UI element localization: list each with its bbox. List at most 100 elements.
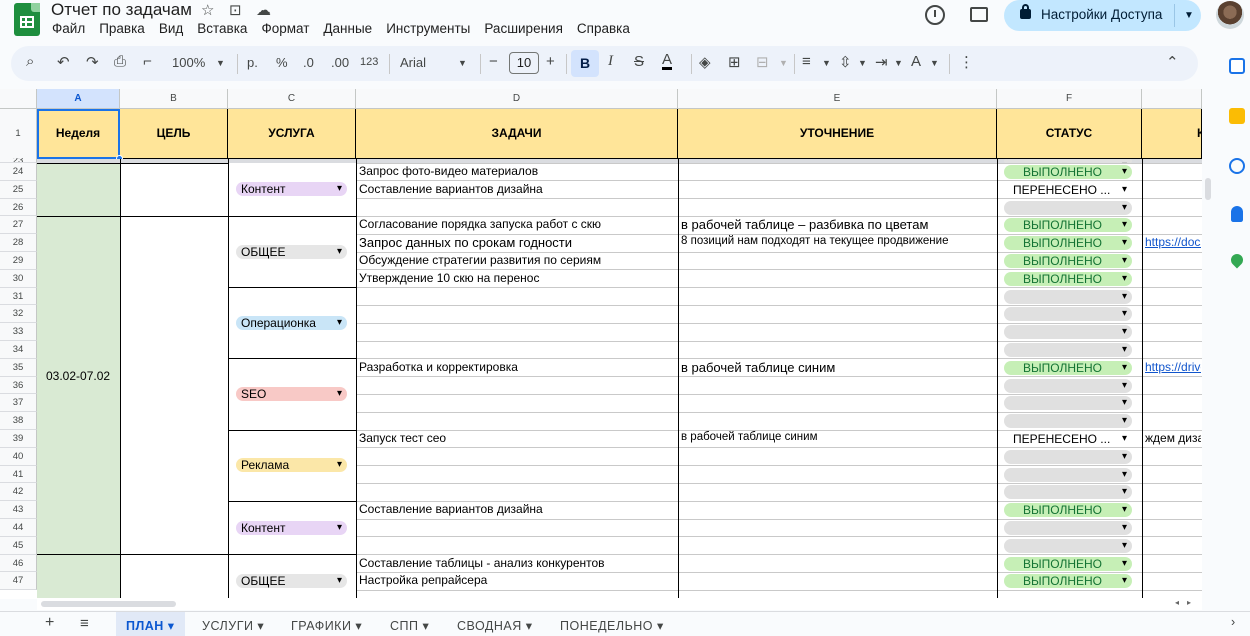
row-header[interactable]: 43 [0,501,37,519]
row-header[interactable]: 45 [0,536,37,555]
row-header[interactable]: 26 [0,198,37,217]
row-header[interactable]: 34 [0,341,37,359]
wrap-dropdown-icon[interactable]: ▼ [894,58,903,68]
tab-weekly[interactable]: ПОНЕДЕЛЬНО ▾ [560,618,664,633]
service-chip[interactable]: SEO [236,387,347,401]
row-header[interactable]: 42 [0,483,37,502]
star-icon[interactable]: ☆ [201,1,214,19]
font-select[interactable]: Arial [400,55,426,70]
task-cell[interactable]: Составление таблицы - анализ конкурентов [359,556,605,570]
row-header[interactable]: 29 [0,252,37,270]
header-goal[interactable]: ЦЕЛЬ [120,109,228,159]
status-dropdown[interactable] [1004,378,1132,393]
clarification-cell[interactable]: в рабочей таблице синим [681,431,817,443]
header-status[interactable]: СТАТУС [997,109,1142,159]
undo-icon[interactable]: ↶ [57,53,70,71]
tasks-icon[interactable] [1229,158,1245,174]
status-dropdown[interactable] [1004,289,1132,304]
status-dropdown[interactable]: ВЫПОЛНЕНО [1004,556,1132,571]
row-header[interactable]: 39 [0,430,37,448]
status-dropdown[interactable] [1004,485,1132,500]
merge-dropdown-icon[interactable]: ▼ [779,58,788,68]
row-header[interactable]: 27 [0,216,37,235]
row-header[interactable]: 47 [0,572,37,591]
text-rotation-icon[interactable]: A [911,53,921,70]
status-dropdown[interactable] [1004,343,1132,357]
horizontal-scrollbar[interactable]: ◂ ▸ [37,598,1202,610]
menu-format[interactable]: Формат [261,21,309,36]
row-header[interactable]: 28 [0,234,37,252]
column-header-f[interactable]: F [997,89,1142,109]
task-cell[interactable]: Настройка репрайсера [359,573,487,587]
task-cell[interactable]: Составление вариантов дизайна [359,182,543,196]
row-header[interactable]: 31 [0,287,37,306]
row-header[interactable]: 40 [0,447,37,466]
link-cell[interactable]: https://drive [1145,360,1201,374]
row-header-1[interactable]: 1 [0,109,37,159]
row-header[interactable]: 44 [0,519,37,537]
week-cell[interactable] [37,163,120,217]
sheets-logo-icon[interactable] [14,3,40,36]
text-color-icon[interactable]: A [662,52,673,70]
italic-icon[interactable]: I [608,53,613,70]
tab-spp[interactable]: СПП ▾ [390,618,429,633]
week-cell[interactable] [37,554,120,599]
clarification-cell[interactable]: в рабочей таблице синим [681,360,835,375]
status-dropdown[interactable] [1004,307,1132,322]
strikethrough-icon[interactable]: S [634,53,644,70]
row-header[interactable]: 25 [0,180,37,199]
status-dropdown[interactable] [1004,538,1132,553]
status-dropdown[interactable]: ВЫПОЛНЕНО [1004,574,1132,589]
text-wrap-icon[interactable]: ⇥ [875,53,888,71]
task-cell[interactable]: Утверждение 10 скю на перенос [359,271,539,285]
merge-cells-icon[interactable]: ⊟ [756,53,769,71]
row-header[interactable]: 37 [0,394,37,413]
more-formats-button[interactable]: 123 [360,56,378,68]
service-chip[interactable]: Контент [236,182,347,197]
menu-insert[interactable]: Вставка [197,21,247,36]
explore-icon[interactable]: › [1231,615,1236,629]
column-header-d[interactable]: D [356,89,678,109]
status-dropdown[interactable]: ВЫПОЛНЕНО [1004,503,1132,518]
week-cell[interactable] [37,216,120,555]
task-cell[interactable]: Согласование порядка запуска работ с скю [359,217,601,231]
column-header-a[interactable]: A [37,89,120,109]
row-header[interactable]: 46 [0,554,37,573]
row-header[interactable]: 38 [0,412,37,430]
header-tasks[interactable]: ЗАДАЧИ [356,109,678,159]
row-header[interactable]: 33 [0,323,37,341]
row-header[interactable]: 30 [0,269,37,288]
status-dropdown[interactable] [1004,449,1132,464]
calendar-icon[interactable] [1229,58,1245,74]
tab-plan[interactable]: ПЛАН ▾ [116,612,185,636]
scroll-right-icon[interactable]: ▸ [1187,598,1191,607]
select-all-corner[interactable] [0,89,37,109]
search-menus-icon[interactable]: ⌕ [26,53,34,70]
status-dropdown[interactable]: ВЫПОЛНЕНО [1004,360,1132,375]
status-dropdown[interactable] [1004,414,1132,429]
paint-format-icon[interactable]: ⌐ [143,53,152,70]
menu-data[interactable]: Данные [323,21,372,36]
valign-dropdown-icon[interactable]: ▼ [858,58,867,68]
status-dropdown[interactable] [1004,159,1132,163]
menu-edit[interactable]: Правка [99,21,145,36]
header-extra[interactable]: К [1142,109,1202,159]
decrease-decimals-button[interactable]: .0 [303,55,314,70]
version-history-icon[interactable] [925,5,945,25]
status-dropdown[interactable] [1004,467,1132,482]
menu-tools[interactable]: Инструменты [386,21,470,36]
task-cell[interactable]: Запуск тест сео [359,431,446,445]
menu-view[interactable]: Вид [159,21,183,36]
borders-icon[interactable]: ⊞ [728,53,741,71]
row-header[interactable]: 36 [0,376,37,395]
status-dropdown[interactable]: ПЕРЕНЕСЕНО ... [1004,432,1132,446]
cloud-status-icon[interactable]: ☁ [256,1,271,19]
halign-dropdown-icon[interactable]: ▼ [822,58,831,68]
tab-summary[interactable]: СВОДНАЯ ▾ [457,618,533,633]
horizontal-align-icon[interactable]: ≡ [802,53,811,70]
status-dropdown[interactable]: ВЫПОЛНЕНО [1004,236,1132,251]
link-cell[interactable]: https://docs [1145,235,1201,249]
redo-icon[interactable]: ↷ [86,53,99,71]
more-options-icon[interactable]: ⋮ [959,53,974,71]
comments-icon[interactable] [970,7,988,22]
